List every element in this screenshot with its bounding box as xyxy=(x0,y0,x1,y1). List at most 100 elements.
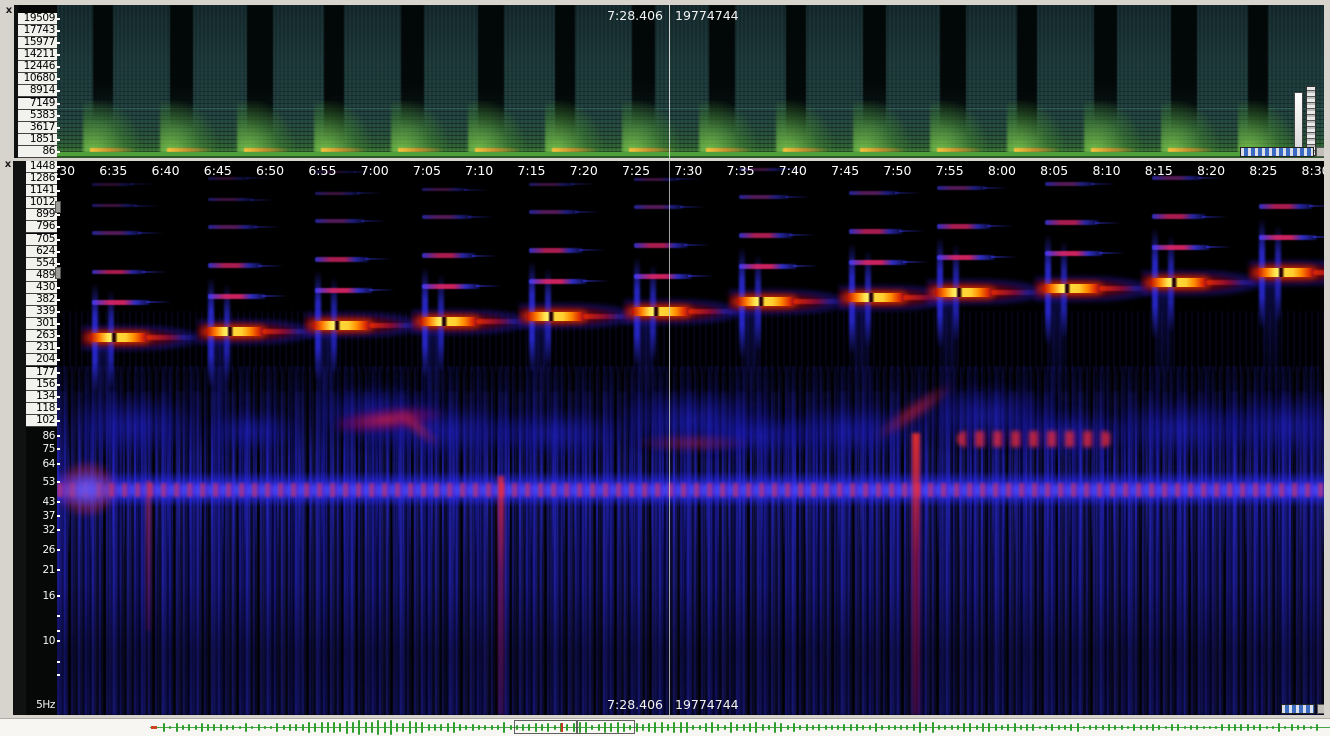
call-harmonic-tail xyxy=(365,258,391,260)
call-harmonic-line xyxy=(1259,235,1317,240)
freq-tick-mark-minor xyxy=(57,661,60,663)
waveform-marker-red xyxy=(151,726,157,729)
freq-tick-label-bottom: 53 xyxy=(42,477,55,488)
call-harmonic-tail xyxy=(468,216,494,218)
corner-resize-button-top[interactable] xyxy=(1316,147,1324,157)
waveform-spike xyxy=(686,722,688,733)
freq-tick-label-bottom: 489 xyxy=(26,270,57,282)
waveform-spike xyxy=(667,724,669,730)
freq-tick-label-bottom: 134 xyxy=(26,391,57,403)
call-harmonic-line xyxy=(1259,204,1313,208)
waveform-spike xyxy=(730,722,732,733)
waveform-spike xyxy=(1303,725,1305,731)
call-fundamental-blob xyxy=(935,288,993,297)
spectrogram-canvas-top[interactable]: 7:28.406 19774744 xyxy=(57,5,1324,158)
selection-box-1[interactable] xyxy=(514,720,577,734)
waveform-spike xyxy=(478,725,480,730)
call-fundamental-blob xyxy=(206,327,264,336)
call-fundamental-blob xyxy=(313,321,371,330)
waveform-spike xyxy=(1102,725,1104,729)
freq-tick-label-bottom: 796 xyxy=(26,221,57,233)
green-energy-wedge xyxy=(545,101,603,153)
call-harmonic-tail xyxy=(254,226,280,228)
freq-tick-label-top: 5383 xyxy=(18,110,57,122)
call-harmonic-tail xyxy=(895,192,921,194)
red-column xyxy=(498,476,504,715)
horizontal-zoom-bar-top[interactable] xyxy=(1240,147,1314,157)
freq-tick-mark-bottom xyxy=(57,384,60,386)
call-harmonic-tail xyxy=(575,211,601,213)
waveform-spike xyxy=(308,722,310,733)
waveform-spike xyxy=(440,724,442,731)
freq-tick-label-bottom: 10 xyxy=(42,636,55,647)
horizontal-zoom-bar-bottom[interactable] xyxy=(1281,704,1315,714)
call-harmonic-line xyxy=(315,219,365,223)
call-harmonic-tail xyxy=(571,183,597,185)
call-harmonic-line xyxy=(315,257,369,261)
call-harmonic-line xyxy=(422,188,468,191)
frequency-scale-top[interactable]: 1950917743159771421112446106808914714953… xyxy=(18,5,57,158)
scale-thumb-marker[interactable] xyxy=(55,267,61,279)
freq-tick-mark-bottom xyxy=(57,595,60,597)
call-harmonic-line xyxy=(422,253,476,257)
vertical-scrollbar[interactable] xyxy=(1306,86,1316,156)
waveform-spike xyxy=(1058,725,1060,730)
call-down-smear xyxy=(533,324,549,454)
spectrogram-panel-top: 1950917743159771421112446106808914714953… xyxy=(14,5,1326,158)
selection-box-2[interactable] xyxy=(577,720,635,734)
call-harmonic-line xyxy=(849,260,907,265)
waveform-spike xyxy=(421,722,423,734)
freq-tick-mark-bottom xyxy=(57,640,60,642)
freq-tick-mark-bottom xyxy=(57,359,60,361)
waveform-spike xyxy=(881,725,883,729)
scale-thumb-marker[interactable] xyxy=(55,201,61,213)
corner-resize-button-bottom[interactable] xyxy=(1317,704,1324,714)
call-down-smear xyxy=(941,300,957,430)
call-down-smear xyxy=(1263,281,1279,411)
waveform-spike xyxy=(232,725,234,730)
call-harmonic-tail xyxy=(369,289,395,291)
freq-tick-label-bottom: 16 xyxy=(42,591,55,602)
waveform-spike xyxy=(1316,724,1318,730)
call-harmonic-line xyxy=(315,288,373,293)
vertical-zoom-slider[interactable] xyxy=(1294,92,1303,150)
waveform-spike xyxy=(1190,725,1192,731)
time-tick-label: 7:05 xyxy=(413,163,441,178)
call-down-smear xyxy=(638,320,654,450)
spectrogram-canvas-bottom[interactable]: 7:28.406 19774744 6:306:356:406:456:506:… xyxy=(57,161,1324,715)
waveform-spike xyxy=(1177,724,1179,731)
waveform-spike xyxy=(799,725,801,729)
cursor-sample-readout-top: 19774744 xyxy=(675,8,739,23)
call-harmonic-tail xyxy=(1095,222,1121,224)
call-harmonic-tail xyxy=(684,244,710,246)
call-harmonic-tail xyxy=(1313,236,1324,238)
green-energy-wedge xyxy=(83,101,141,153)
call-down-smear xyxy=(426,330,442,460)
freq-tick-label-top: 86 xyxy=(18,146,57,158)
waveform-spike xyxy=(447,723,449,732)
freq-tick-mark-bottom xyxy=(57,239,60,241)
green-energy-wedge xyxy=(853,101,911,153)
waveform-spike xyxy=(1020,725,1022,730)
waveform-spike xyxy=(1184,726,1186,730)
call-harmonic-line xyxy=(634,243,688,247)
freq-tick-mark-bottom xyxy=(57,569,60,571)
freq-tick-mark-bottom xyxy=(57,335,60,337)
waveform-spike xyxy=(774,722,776,733)
noise-cloud xyxy=(487,411,627,456)
waveform-spike xyxy=(459,724,461,730)
time-tick-label: 7:55 xyxy=(936,163,964,178)
waveform-spike xyxy=(358,720,360,735)
frequency-scale-bottom[interactable]: 5Hz 144812861141101289979670562455448943… xyxy=(26,161,57,715)
call-harmonic-tail xyxy=(1202,216,1228,218)
freq-tick-mark-bottom xyxy=(57,323,60,325)
freq-tick-label-bottom: 705 xyxy=(26,234,57,246)
freq-tick-mark-bottom xyxy=(57,372,60,374)
waveform-spike xyxy=(283,725,285,729)
call-harmonic-tail xyxy=(142,271,168,273)
green-energy-wedge xyxy=(314,101,372,153)
freq-tick-label-bottom: 86 xyxy=(42,431,55,442)
waveform-spike xyxy=(188,724,190,730)
scroll-strip-bottom[interactable] xyxy=(13,161,27,715)
waveform-overview-strip[interactable] xyxy=(0,718,1330,736)
